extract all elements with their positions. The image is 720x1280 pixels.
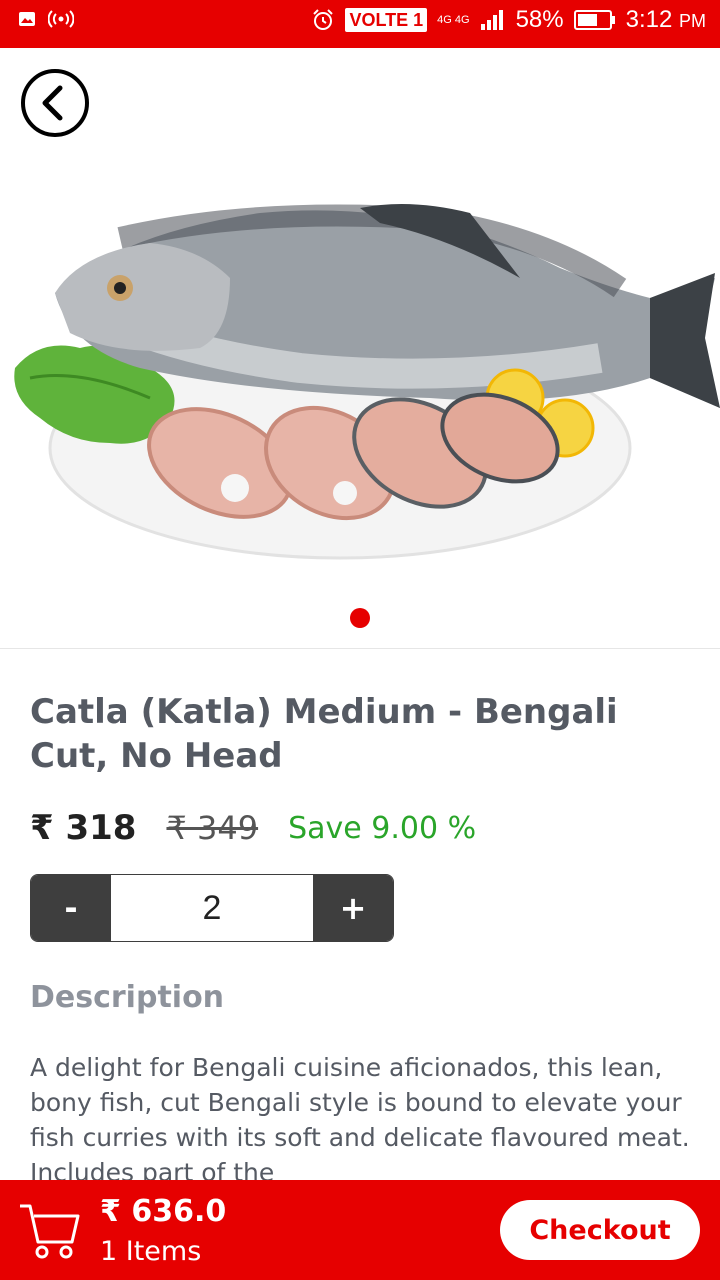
volte-badge: VOLTE 1 [345,8,428,32]
carousel-indicator-dot[interactable] [350,608,370,628]
image-icon [19,12,35,26]
network-type: 4G 4G [437,13,470,26]
increment-button[interactable]: + [313,875,393,941]
hotspot-icon [48,10,74,28]
original-price: ₹ 349 [166,809,259,847]
product-image [14,204,720,560]
cart-item-count: 1 Items [100,1236,202,1267]
status-left [18,10,74,28]
quantity-stepper: - 2 + [30,874,394,942]
clock-ampm: PM [679,11,706,31]
status-right: VOLTE 1 4G 4G 58% 3:12 PM [311,6,706,34]
clock-time: 3:12 [625,6,673,33]
cart-icon[interactable] [18,1200,82,1266]
description-text: A delight for Bengali cuisine aficionado… [30,1053,690,1187]
checkout-button[interactable]: Checkout [500,1200,700,1260]
cart-total: ₹ 636.0 [100,1194,227,1229]
status-bar: VOLTE 1 4G 4G 58% 3:12 PM [0,0,720,48]
alarm-icon [313,9,334,30]
description-heading: Description [30,980,225,1015]
price: ₹ 318 [30,808,137,848]
battery-percent: 58% [515,6,564,33]
chevron-left-icon [21,69,89,137]
price-row: ₹ 318 ₹ 349 Save 9.00 % [30,805,476,851]
decrement-button[interactable]: - [31,875,111,941]
back-button[interactable] [20,68,90,138]
battery-icon [573,10,615,30]
savings-badge: Save 9.00 % [288,810,477,846]
quantity-value: 2 [202,888,222,927]
clock: 3:12 PM [626,6,706,34]
cart-bar: ₹ 636.0 1 Items Checkout [0,1180,720,1280]
product-image-carousel[interactable] [0,48,720,649]
product-title: Catla (Katla) Medium - Bengali Cut, No H… [30,692,618,776]
signal-icon [480,10,503,30]
